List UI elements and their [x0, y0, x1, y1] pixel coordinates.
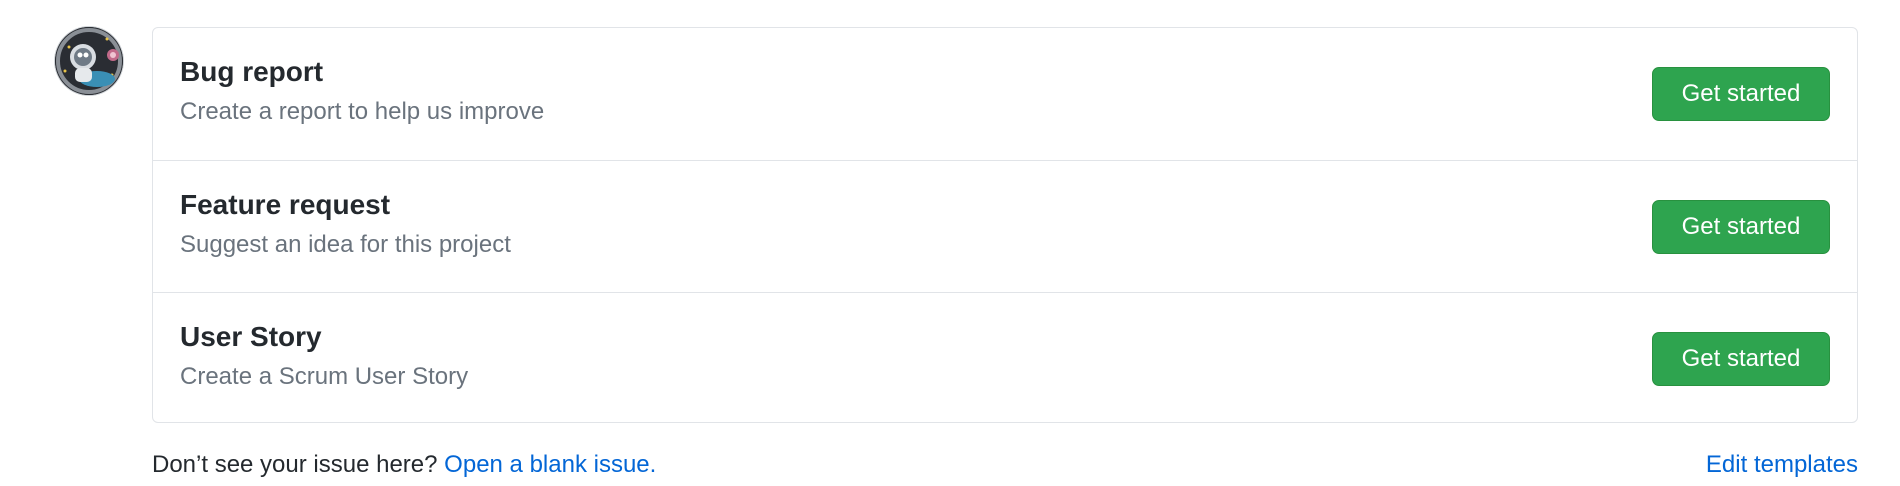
template-description: Create a report to help us improve: [180, 98, 545, 125]
template-description: Create a Scrum User Story: [180, 363, 469, 390]
template-title: User Story: [180, 321, 322, 352]
template-row-user-story: User Story Create a Scrum User Story Get…: [153, 292, 1857, 424]
issue-template-list: Bug report Create a report to help us im…: [152, 27, 1858, 423]
get-started-button-user-story[interactable]: Get started: [1652, 332, 1830, 386]
template-row-feature-request: Feature request Suggest an idea for this…: [153, 160, 1857, 292]
template-description: Suggest an idea for this project: [180, 231, 511, 258]
user-avatar[interactable]: [55, 27, 123, 95]
astronaut-avatar-icon: [55, 27, 123, 95]
footer-prompt: Don’t see your issue here?: [152, 451, 438, 478]
open-blank-issue-link[interactable]: Open a blank issue.: [444, 451, 656, 478]
template-title: Bug report: [180, 56, 324, 87]
get-started-button-bug-report[interactable]: Get started: [1652, 67, 1830, 121]
template-row-bug-report: Bug report Create a report to help us im…: [153, 28, 1857, 160]
get-started-button-feature-request[interactable]: Get started: [1652, 200, 1830, 254]
template-title: Feature request: [180, 189, 391, 220]
edit-templates-link[interactable]: Edit templates: [1706, 451, 1858, 479]
template-footer: Don’t see your issue here? Open a blank …: [152, 451, 1858, 485]
